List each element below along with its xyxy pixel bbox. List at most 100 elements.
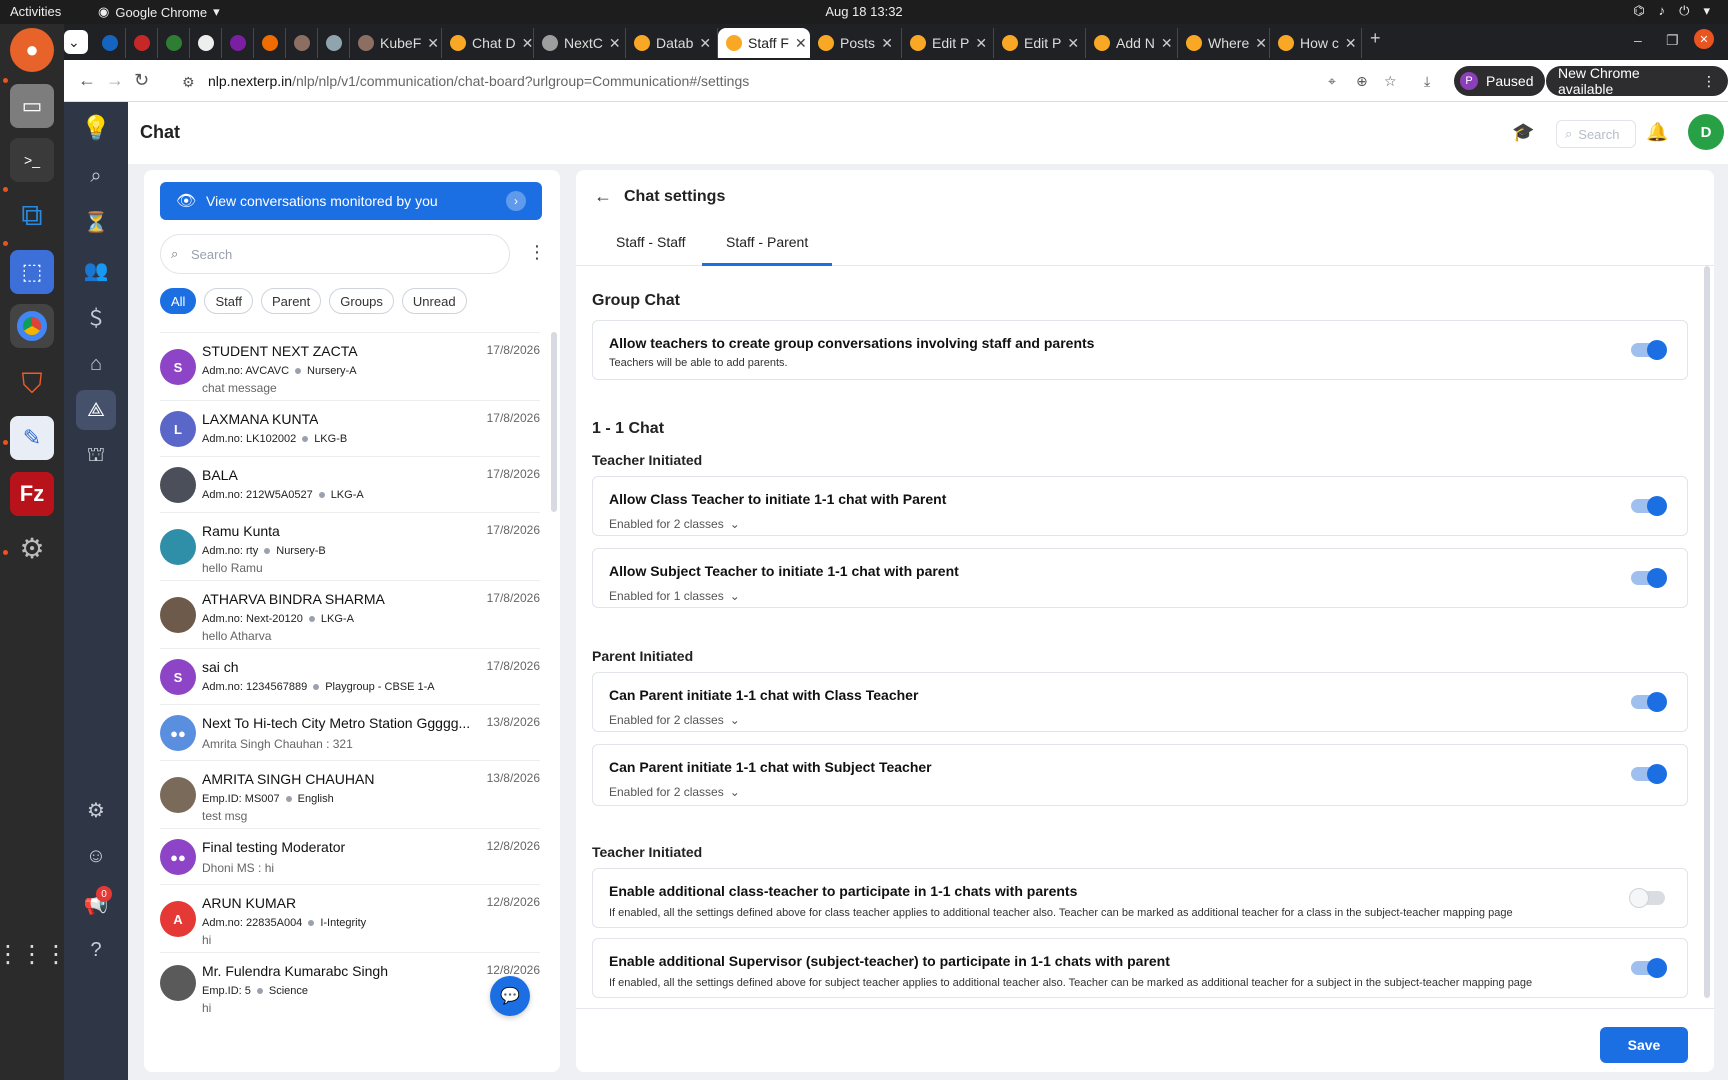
close-icon[interactable]: ✕	[1345, 35, 1357, 52]
class-teacher-toggle[interactable]	[1631, 496, 1667, 516]
close-icon[interactable]: ✕	[1067, 35, 1079, 52]
chat-list-item[interactable]: ●● Next To Hi-tech City Metro Station Ggg…	[160, 704, 540, 760]
bookmark-star-icon[interactable]: ☆	[1384, 73, 1397, 90]
terminal-icon[interactable]: >_	[10, 138, 54, 182]
chat-search-input[interactable]: ⌕ Search	[160, 234, 510, 274]
hourglass-icon[interactable]: ⏳	[76, 202, 116, 242]
profile-paused-button[interactable]: P Paused	[1454, 66, 1546, 96]
filter-staff[interactable]: Staff	[204, 288, 253, 314]
new-tab-button[interactable]: +	[1370, 28, 1381, 49]
chat-list-item[interactable]: Ssai ch 17/8/2026 Adm.no: 1234567889 Playgr…	[160, 648, 540, 704]
tab-pinned-2[interactable]	[126, 28, 158, 58]
vscode-icon[interactable]: ⧉	[10, 194, 54, 238]
chat-list-item[interactable]: Mr. Fulendra Kumarabc Singh 12/8/2026 Emp.…	[160, 952, 540, 1015]
more-options-icon[interactable]: ⋮	[528, 242, 546, 263]
chat-list-scrollbar[interactable]	[551, 332, 557, 512]
system-clock[interactable]: Aug 18 13:32	[0, 4, 1728, 19]
user-avatar[interactable]: D	[1688, 114, 1724, 150]
close-icon[interactable]: ✕	[699, 35, 711, 52]
tab-edit-p-2[interactable]: Edit P ✕	[994, 28, 1086, 58]
tab-edit-p-1[interactable]: Edit P ✕	[902, 28, 994, 58]
settings-icon[interactable]: ⚙	[76, 790, 116, 830]
subject-teacher-toggle[interactable]	[1631, 568, 1667, 588]
support-icon[interactable]: ☺	[76, 836, 116, 876]
new-chat-button[interactable]: 💬	[490, 976, 530, 1016]
save-button[interactable]: Save	[1600, 1027, 1688, 1063]
tab-chat-d[interactable]: Chat D ✕	[442, 28, 534, 58]
close-window-icon[interactable]: ✕	[1694, 29, 1714, 49]
close-icon[interactable]: ✕	[522, 35, 533, 52]
parent-class-dropdown[interactable]: Enabled for 2 classes ⌄	[609, 713, 740, 727]
minimize-icon[interactable]: –	[1634, 32, 1642, 48]
forward-icon[interactable]: →	[106, 70, 124, 91]
tab-how-c[interactable]: How c ✕	[1270, 28, 1362, 58]
communication-icon[interactable]: ⟁	[76, 390, 116, 430]
help-icon[interactable]: ?	[76, 930, 116, 970]
activities-button[interactable]: Activities	[10, 4, 61, 19]
screenshot-icon[interactable]: ⬚	[10, 250, 54, 294]
app-menu[interactable]: ◉ Google Chrome ▾	[98, 4, 220, 20]
firefox-icon[interactable]: ●	[10, 28, 54, 72]
close-icon[interactable]: ✕	[1255, 35, 1267, 52]
app-grid-icon[interactable]: ⋮⋮⋮	[0, 932, 68, 976]
tab-pinned-8[interactable]	[318, 28, 350, 58]
chat-list-item[interactable]: BALA 17/8/2026 Adm.no: 212W5A0527 LKG-A	[160, 456, 540, 512]
tab-pinned-4[interactable]	[190, 28, 222, 58]
tab-datab[interactable]: Datab ✕	[626, 28, 718, 58]
settings-scrollbar[interactable]	[1704, 266, 1710, 998]
tab-search-button[interactable]: ⌄	[64, 30, 88, 54]
tab-add-n[interactable]: Add N ✕	[1086, 28, 1178, 58]
graduation-cap-icon[interactable]: 🎓	[1512, 122, 1534, 143]
bell-icon[interactable]: 🔔	[1646, 122, 1668, 143]
reload-icon[interactable]: ↻	[134, 70, 149, 91]
parent-subject-toggle[interactable]	[1631, 764, 1667, 784]
parent-class-toggle[interactable]	[1631, 692, 1667, 712]
tab-pinned-7[interactable]	[286, 28, 318, 58]
tab-staff-active[interactable]: Staff F ✕	[718, 28, 810, 58]
download-icon[interactable]: ⤓	[1424, 73, 1430, 90]
filezilla-icon[interactable]: Fz	[10, 472, 54, 516]
people-icon[interactable]: 👥	[76, 250, 116, 290]
tab-pinned-1[interactable]	[94, 28, 126, 58]
chat-list-item[interactable]: ATHARVA BINDRA SHARMA 17/8/2026 Adm.no: Ne…	[160, 580, 540, 648]
close-icon[interactable]: ✕	[1161, 35, 1173, 52]
chat-list-item[interactable]: S STUDENT NEXT ZACTA 17/8/2026 Adm.no: AVCA…	[160, 332, 540, 400]
back-icon[interactable]: ←	[78, 70, 96, 91]
close-icon[interactable]: ✕	[609, 35, 621, 52]
parent-subject-dropdown[interactable]: Enabled for 2 classes ⌄	[609, 785, 740, 799]
tab-staff-parent[interactable]: Staff - Parent	[702, 234, 833, 266]
files-icon[interactable]: ▭	[10, 84, 54, 128]
tab-pinned-3[interactable]	[158, 28, 190, 58]
additional-supervisor-toggle[interactable]	[1631, 958, 1667, 978]
chat-list-item[interactable]: ●● Final testing Moderator 12/8/2026 Dhoni …	[160, 828, 540, 884]
location-icon[interactable]: ⌖	[1328, 73, 1336, 90]
filter-unread[interactable]: Unread	[401, 288, 467, 314]
filter-parent[interactable]: Parent	[260, 288, 322, 314]
tab-kubef[interactable]: KubeF ✕	[350, 28, 442, 58]
close-icon[interactable]: ✕	[975, 35, 987, 52]
school-icon[interactable]: ⛫	[76, 436, 116, 476]
gear-icon[interactable]: ⚙	[10, 526, 54, 570]
zoom-icon[interactable]: ⊕	[1356, 73, 1368, 90]
chat-list-item[interactable]: L LAXMANA KUNTA 17/8/2026 Adm.no: LK102002 L…	[160, 400, 540, 456]
fees-icon[interactable]: ＄	[76, 296, 116, 336]
group-chat-toggle[interactable]	[1631, 340, 1667, 360]
restore-icon[interactable]: ❐	[1666, 32, 1679, 49]
chrome-dock-icon[interactable]	[10, 304, 54, 348]
subject-teacher-dropdown[interactable]: Enabled for 1 classes ⌄	[609, 589, 740, 603]
tab-where[interactable]: Where ✕	[1178, 28, 1270, 58]
class-teacher-dropdown[interactable]: Enabled for 2 classes ⌄	[609, 517, 740, 531]
building-icon[interactable]: ⌂	[76, 344, 116, 384]
tab-nextc[interactable]: NextC ✕	[534, 28, 626, 58]
tab-pinned-6[interactable]	[254, 28, 286, 58]
header-search-input[interactable]: ⌕ Search	[1556, 120, 1636, 148]
close-icon[interactable]: ✕	[795, 35, 807, 52]
chat-list-item[interactable]: A ARUN KUMAR 12/8/2026 Adm.no: 22835A004 I-I…	[160, 884, 540, 952]
search-icon[interactable]: ⌕	[76, 156, 116, 196]
app-logo-icon[interactable]: 💡	[76, 108, 116, 148]
close-icon[interactable]: ✕	[881, 35, 893, 52]
brave-icon[interactable]: ⛉	[10, 362, 54, 406]
tab-posts[interactable]: Posts ✕	[810, 28, 902, 58]
back-arrow-icon[interactable]: ←	[594, 186, 612, 207]
filter-groups[interactable]: Groups	[329, 288, 394, 314]
